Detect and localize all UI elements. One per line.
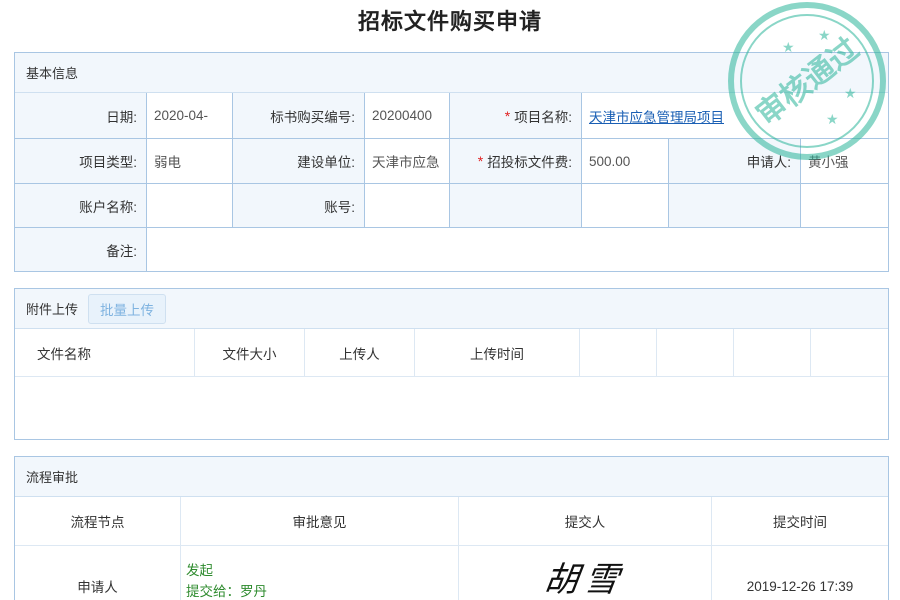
project-type-label: 项目类型: [15, 139, 147, 183]
required-mark: * [477, 153, 484, 169]
attachment-section: 附件上传 批量上传 文件名称 文件大小 上传人 上传时间 [14, 288, 889, 440]
construction-unit-label: 建设单位: [233, 139, 365, 183]
info-row-1: 日期: 2020-04- 标书购买编号: 20200400 * 项目名称: 天津… [15, 93, 888, 139]
attachment-header-title: 附件上传 [26, 302, 79, 317]
project-name-field[interactable]: 天津市应急管理局项目 [582, 93, 888, 138]
table-row: 申请人 发起 提交给：罗丹 胡雪 2019-12-26 17:39 [15, 546, 888, 600]
construction-unit-field[interactable]: 天津市应急 [365, 139, 450, 183]
account-name-field[interactable] [147, 184, 233, 227]
page-title: 招标文件购买申请 [357, 9, 542, 34]
info-row-3: 账户名称: 账号: [15, 184, 888, 228]
attachment-header: 附件上传 批量上传 [15, 289, 888, 329]
opinion-submit-to: 提交给：罗丹 [186, 584, 267, 599]
basic-info-section: 基本信息 日期: 2020-04- 标书购买编号: 20200400 * 项目名… [14, 52, 889, 272]
project-name-link[interactable]: 天津市应急管理局项目 [589, 106, 724, 126]
column-header-submit-time: 提交时间 [773, 515, 827, 530]
applicant-field[interactable]: 黄小强 [801, 139, 888, 183]
date-label: 日期: [15, 93, 147, 138]
column-header-empty [580, 329, 657, 376]
applicant-label: 申请人: [669, 139, 801, 183]
submitter-signature: 胡雪 [541, 560, 628, 600]
opinion-cell: 发起 提交给：罗丹 [181, 546, 459, 600]
info-row-2: 项目类型: 弱电 建设单位: 天津市应急 * 招投标文件费: 500.00 申请… [15, 139, 888, 184]
column-header-empty [657, 329, 734, 376]
attachment-table-body [15, 377, 888, 437]
column-header-empty [734, 329, 811, 376]
opinion-action: 发起 [186, 563, 213, 578]
required-mark: * [504, 107, 511, 124]
column-header-upload-time: 上传时间 [415, 329, 580, 376]
remark-field[interactable] [147, 228, 888, 271]
empty-value-cell [582, 184, 669, 227]
fee-label-text: 招投标文件费: [487, 155, 572, 170]
column-header-file-size: 文件大小 [195, 329, 305, 376]
submitter-cell: 胡雪 [459, 546, 712, 600]
bid-no-label: 标书购买编号: [233, 93, 365, 138]
column-header-opinion: 审批意见 [181, 497, 459, 545]
batch-upload-button[interactable]: 批量上传 [88, 293, 167, 324]
column-header-submitter: 提交人 [459, 497, 712, 545]
fee-field[interactable]: 500.00 [582, 139, 669, 183]
basic-info-header: 基本信息 [15, 53, 888, 93]
project-type-field[interactable]: 弱电 [147, 139, 233, 183]
column-header-empty [811, 329, 888, 376]
account-no-label: 账号: [233, 184, 365, 227]
account-name-label: 账户名称: [15, 184, 147, 227]
flow-approval-section: 流程审批 流程节点 审批意见 提交人 提交时间 申请人 发起 提交给：罗丹 胡雪… [14, 456, 889, 600]
column-header-file-name: 文件名称 [15, 329, 195, 376]
flow-node-cell: 申请人 [15, 546, 181, 600]
info-row-4: 备注: [15, 228, 888, 271]
attachment-table-header: 文件名称 文件大小 上传人 上传时间 [15, 329, 888, 377]
remark-label: 备注: [15, 228, 147, 271]
fee-label: * 招投标文件费: [450, 139, 582, 183]
column-header-uploader: 上传人 [305, 329, 415, 376]
column-header-flow-node: 流程节点 [15, 497, 181, 545]
flow-header: 流程审批 [15, 457, 888, 497]
empty-label-cell [669, 184, 801, 227]
empty-value-cell [801, 184, 888, 227]
project-name-label: * 项目名称: [450, 93, 582, 138]
submit-time-cell: 2019-12-26 17:39 [746, 578, 854, 594]
bid-no-field[interactable]: 20200400 [365, 93, 450, 138]
date-field[interactable]: 2020-04- [147, 93, 233, 138]
flow-table-header: 流程节点 审批意见 提交人 提交时间 [15, 497, 888, 546]
empty-label-cell [450, 184, 582, 227]
account-no-field[interactable] [365, 184, 450, 227]
project-name-label-text: 项目名称: [514, 109, 572, 125]
